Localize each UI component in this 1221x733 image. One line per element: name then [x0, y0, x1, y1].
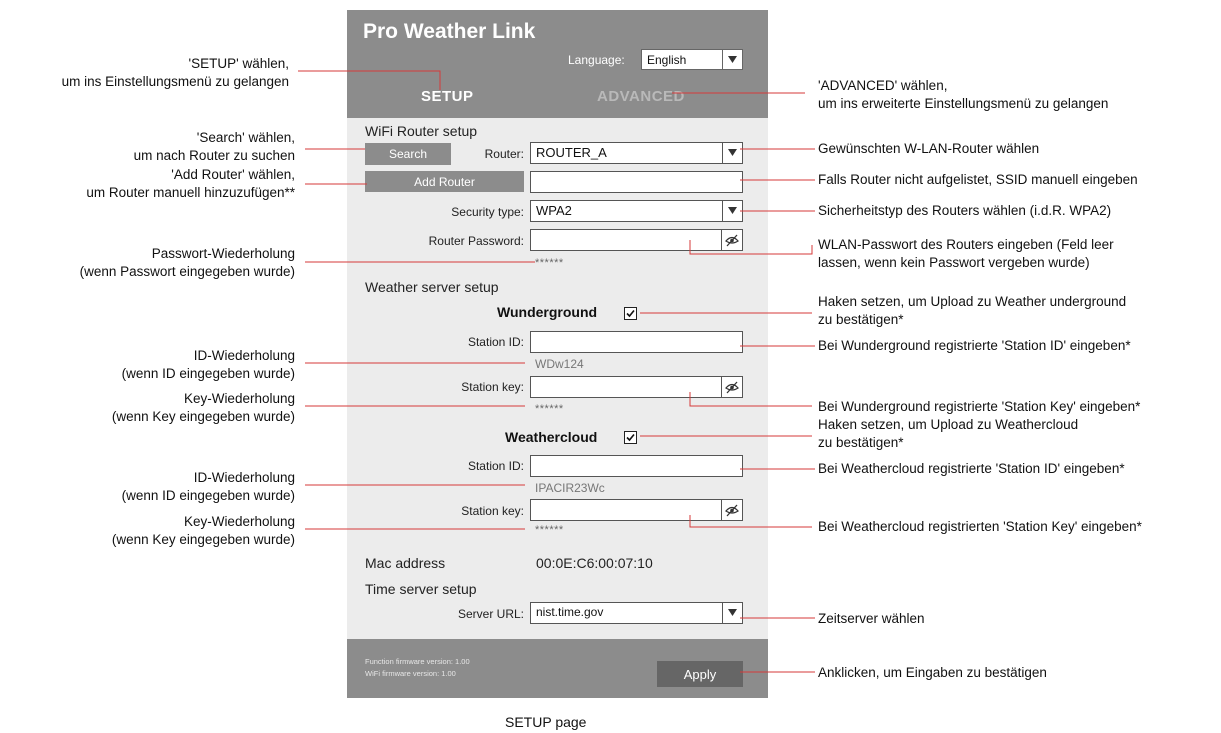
note-weathercloud-key-repeat: Key-Wiederholung (wenn Key eingegeben wu…: [111, 514, 295, 547]
note-time-server: Zeitserver wählen: [818, 611, 925, 626]
note-apply: Anklicken, um Eingaben zu bestätigen: [818, 665, 1047, 680]
note-weathercloud-id: Bei Weathercloud registrierte 'Station I…: [818, 461, 1125, 476]
note-weathercloud-id-repeat: ID-Wiederholung (wenn ID eingegeben wurd…: [121, 470, 295, 503]
note-weathercloud-checkbox: Haken setzen, um Upload zu Weathercloud …: [818, 417, 1079, 450]
note-password-repeat: Passwort-Wiederholung (wenn Passwort ein…: [79, 246, 295, 279]
note-add-router: 'Add Router' wählen, um Router manuell h…: [86, 167, 295, 200]
note-search: 'Search' wählen, um nach Router zu suche…: [133, 130, 295, 163]
note-router-password: WLAN-Passwort des Routers eingeben (Feld…: [818, 237, 1114, 270]
note-weathercloud-key: Bei Weathercloud registrierten 'Station …: [818, 519, 1142, 534]
figure-caption: SETUP page: [505, 714, 587, 730]
note-wunderground-id: Bei Wunderground registrierte 'Station I…: [818, 338, 1131, 353]
note-wunderground-key-repeat: Key-Wiederholung (wenn Key eingegeben wu…: [111, 391, 295, 424]
note-advanced: 'ADVANCED' wählen, um ins erweiterte Ein…: [818, 78, 1109, 111]
note-wunderground-key: Bei Wunderground registrierte 'Station K…: [818, 399, 1141, 414]
note-ssid: Falls Router nicht aufgelistet, SSID man…: [818, 172, 1138, 187]
note-wunderground-checkbox: Haken setzen, um Upload zu Weather under…: [818, 294, 1127, 327]
note-wunderground-id-repeat: ID-Wiederholung (wenn ID eingegeben wurd…: [121, 348, 295, 381]
note-setup: 'SETUP' wählen, um ins Einstellungsmenü …: [61, 56, 289, 89]
note-security-type: Sicherheitstyp des Routers wählen (i.d.R…: [818, 203, 1112, 218]
note-router: Gewünschten W-LAN-Router wählen: [818, 141, 1040, 156]
